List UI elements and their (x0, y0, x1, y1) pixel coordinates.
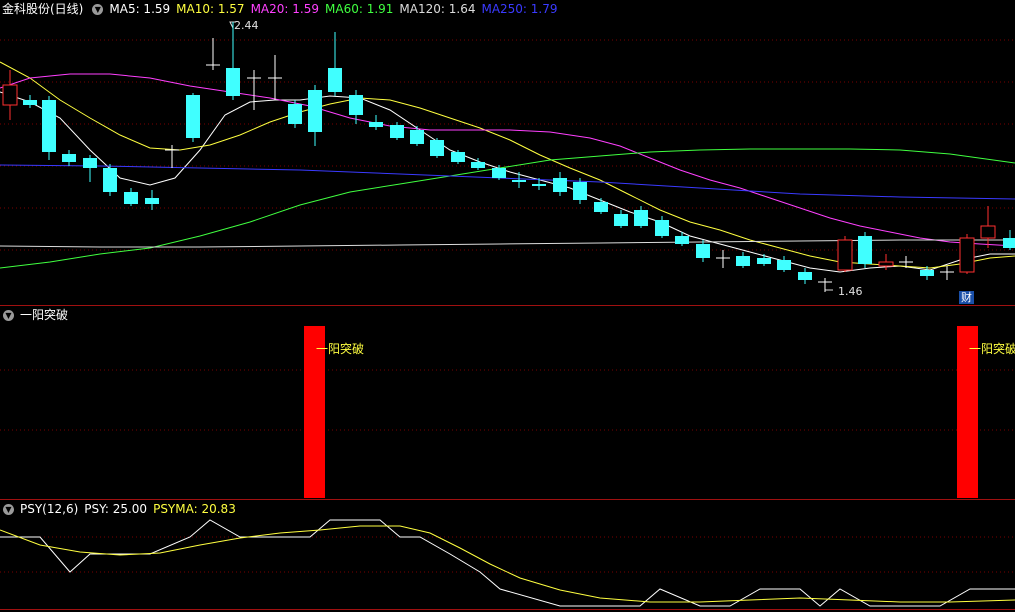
candle[interactable] (430, 138, 444, 158)
candle[interactable] (369, 115, 383, 130)
candle[interactable] (145, 190, 159, 210)
candle[interactable] (1003, 230, 1015, 250)
psy-lines (0, 519, 1015, 607)
candle[interactable] (186, 93, 200, 142)
candle[interactable] (512, 172, 526, 188)
candle[interactable] (124, 188, 138, 206)
candle[interactable] (268, 55, 282, 100)
candle[interactable] (858, 232, 872, 268)
candle[interactable] (165, 145, 179, 168)
candle[interactable] (655, 216, 669, 238)
psy-line (0, 519, 1015, 607)
candle[interactable] (837, 236, 853, 272)
pane-separator[interactable] (0, 499, 1015, 500)
psyma-value: PSYMA: 20.83 (153, 502, 236, 516)
chevron-down-icon[interactable]: ▼ (3, 503, 14, 515)
candle[interactable] (736, 252, 750, 268)
high-price-label: 2.44 (234, 19, 259, 32)
psy-title: PSY(12,6) (20, 502, 79, 516)
candle[interactable] (23, 95, 37, 108)
indicator2-header: ▼ PSY(12,6) PSY: 25.00 PSYMA: 20.83 (0, 501, 242, 517)
candle[interactable] (103, 164, 117, 196)
candle[interactable] (451, 150, 465, 164)
signal-bars (304, 326, 978, 498)
candle[interactable] (42, 96, 56, 160)
candle[interactable] (959, 234, 975, 274)
finance-badge[interactable]: 财 (959, 291, 974, 304)
candle[interactable] (940, 266, 954, 280)
candle[interactable] (2, 70, 18, 120)
candle[interactable] (757, 254, 771, 266)
candle[interactable] (980, 206, 996, 248)
candle[interactable] (226, 22, 240, 100)
signal-label-2: 一阳突破 (969, 342, 1015, 356)
candle[interactable] (83, 155, 97, 182)
pane-separator[interactable] (0, 305, 1015, 306)
candle[interactable] (247, 70, 261, 110)
bottom-border (0, 609, 1015, 610)
chevron-down-icon[interactable]: ▼ (3, 309, 14, 321)
candle[interactable] (777, 256, 791, 272)
low-price-label: 1.46 (838, 285, 863, 298)
candle[interactable] (696, 240, 710, 262)
candle[interactable] (798, 268, 812, 284)
candlesticks[interactable] (2, 22, 1015, 292)
candle[interactable] (594, 198, 608, 214)
ma20-line (0, 73, 1015, 247)
candle[interactable] (614, 210, 628, 228)
candle[interactable] (328, 32, 342, 96)
candle[interactable] (288, 100, 302, 128)
grid-lines (0, 39, 1015, 573)
candle[interactable] (390, 122, 404, 140)
candle[interactable] (62, 150, 76, 166)
candle[interactable] (308, 85, 322, 146)
signal-label-1: 一阳突破 (316, 342, 365, 356)
psy-value: PSY: 25.00 (84, 502, 148, 516)
candle[interactable] (206, 38, 220, 70)
candle[interactable] (349, 90, 363, 124)
candle[interactable] (553, 172, 567, 196)
candle[interactable] (634, 206, 648, 228)
price-chart[interactable] (0, 0, 1015, 612)
candle[interactable] (471, 158, 485, 170)
candle[interactable] (573, 178, 587, 204)
indicator1-title: 一阳突破 (20, 308, 69, 322)
indicator1-header: ▼ 一阳突破 (0, 307, 74, 323)
candle[interactable] (716, 250, 730, 268)
